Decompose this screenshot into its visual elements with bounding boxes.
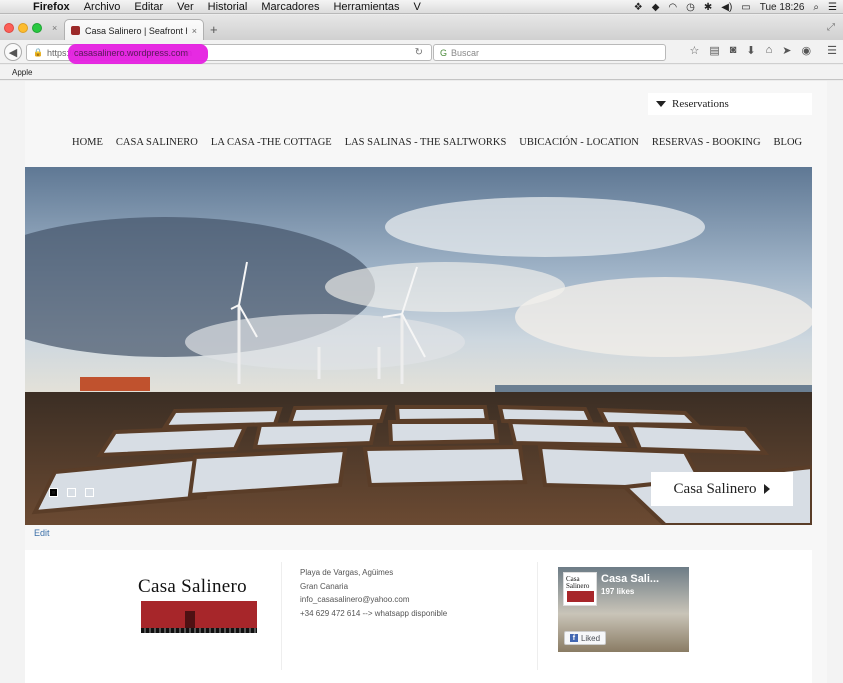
logo-house-graphic	[141, 601, 257, 633]
bookmarks-bar: Apple	[0, 65, 843, 80]
hero-slider[interactable]: Casa Salinero	[25, 167, 812, 525]
tab-casa-salinero[interactable]: Casa Salinero | Seafront h... ×	[64, 19, 204, 41]
facebook-likes: 197 likes	[601, 587, 635, 596]
slider-dot-3[interactable]	[85, 488, 94, 497]
footer-divider	[281, 562, 282, 670]
battery-icon[interactable]: ▭	[741, 2, 750, 13]
facebook-page-widget[interactable]: Casa Salinero Casa Sali... 197 likes f L…	[558, 567, 689, 652]
mac-menu-bar: Firefox Archivo Editar Ver Historial Mar…	[0, 0, 843, 14]
logo-door	[185, 611, 195, 629]
lock-icon: 🔒	[33, 48, 43, 57]
casa-salinero-logo[interactable]: Casa Salinero	[138, 576, 260, 636]
clock[interactable]: Tue 18:26	[760, 2, 805, 13]
tab-title: Casa Salinero | Seafront h...	[85, 25, 187, 36]
search-input[interactable]: G Buscar	[433, 44, 666, 61]
url-domain-overlay: casasalinero.wordpress.com	[74, 48, 189, 58]
hamburger-menu-icon[interactable]: ☰	[827, 44, 837, 57]
toolbar-icons: ☆ ▤ ◙ ⬇ ⌂ ➤ ◉ ☰	[689, 44, 837, 57]
footer-divider	[537, 562, 538, 670]
downloads-icon[interactable]: ⬇	[746, 44, 755, 57]
facebook-page-name[interactable]: Casa Sali...	[601, 573, 659, 585]
menu-marcadores[interactable]: Marcadores	[254, 1, 326, 13]
minimize-window-button[interactable]	[18, 23, 28, 33]
zoom-window-button[interactable]	[32, 23, 42, 33]
pocket-icon[interactable]: ◙	[730, 44, 737, 57]
spotlight-icon[interactable]: ⌕	[813, 2, 819, 13]
logo-strip	[141, 628, 257, 633]
status-area: ❖ ◆ ◠ ◷ ✱ ◀) ▭ Tue 18:26 ⌕ ☰	[634, 0, 837, 14]
reading-list-icon[interactable]: ▤	[709, 44, 719, 57]
bookmark-apple[interactable]: Apple	[12, 68, 32, 77]
slide-caption-button[interactable]: Casa Salinero	[651, 472, 793, 506]
notification-center-icon[interactable]: ☰	[828, 2, 837, 13]
menu-item-home[interactable]: HOME	[72, 137, 103, 148]
address-line-1: Playa de Vargas, Agüimes	[300, 568, 394, 577]
evernote-icon[interactable]: ◆	[652, 2, 660, 13]
back-button[interactable]: ◀	[4, 43, 22, 61]
home-icon[interactable]: ⌂	[766, 44, 773, 57]
main-menu: HOME CASA SALINERO LA CASA -THE COTTAGE …	[72, 137, 802, 148]
profile-house	[567, 591, 594, 602]
bluetooth-icon[interactable]: ✱	[704, 2, 712, 13]
facebook-profile-picture: Casa Salinero	[563, 572, 597, 606]
fullscreen-icon[interactable]: ⤢	[827, 22, 835, 33]
menu-historial[interactable]: Historial	[201, 1, 255, 13]
menu-item-booking[interactable]: RESERVAS - BOOKING	[652, 137, 761, 148]
tab-close-icon[interactable]: ×	[192, 26, 197, 36]
menu-item-cottage[interactable]: LA CASA -THE COTTAGE	[211, 137, 332, 148]
slider-dots	[49, 488, 94, 497]
volume-icon[interactable]: ◀)	[721, 2, 732, 13]
favicon-icon	[71, 26, 80, 35]
edit-link[interactable]: Edit	[34, 528, 50, 538]
arrow-right-icon	[764, 484, 771, 494]
facebook-profile-logo-text: Casa Salinero	[566, 575, 590, 590]
logo-wordmark: Casa Salinero	[138, 576, 247, 597]
chat-icon[interactable]: ◉	[802, 44, 812, 57]
triangle-down-icon	[656, 101, 666, 107]
new-tab-button[interactable]: +	[210, 22, 218, 37]
footer-widgets: Casa Salinero Playa de Vargas, Agüimes G…	[25, 550, 812, 683]
reservations-label: Reservations	[672, 98, 729, 110]
tab-strip: × Casa Salinero | Seafront h... × + ⤢	[0, 15, 843, 41]
facebook-liked-label: Liked	[580, 633, 601, 643]
slide-caption-text: Casa Salinero	[673, 480, 757, 497]
menu-ventana[interactable]: V	[406, 1, 427, 13]
slider-dot-2[interactable]	[67, 488, 76, 497]
search-engine-icon: G	[440, 47, 448, 58]
reload-icon[interactable]: ↻	[415, 47, 423, 58]
menu-editar[interactable]: Editar	[127, 1, 170, 13]
menu-firefox[interactable]: Firefox	[26, 1, 77, 13]
time-machine-icon[interactable]: ◷	[686, 2, 695, 13]
reservations-dropdown[interactable]: Reservations	[648, 93, 812, 115]
bookmark-star-icon[interactable]: ☆	[689, 44, 699, 57]
contact-address: Playa de Vargas, Agüimes Gran Canaria in…	[300, 566, 447, 620]
slider-dot-1[interactable]	[49, 488, 58, 497]
send-icon[interactable]: ➤	[782, 44, 791, 57]
close-window-button[interactable]	[4, 23, 14, 33]
wifi-icon[interactable]: ◠	[668, 2, 677, 13]
dropbox-icon[interactable]: ❖	[634, 2, 643, 13]
search-placeholder: Buscar	[451, 47, 480, 58]
menu-item-casa-salinero[interactable]: CASA SALINERO	[116, 137, 198, 148]
facebook-liked-button[interactable]: f Liked	[564, 631, 606, 645]
menu-item-saltworks[interactable]: LAS SALINAS - THE SALTWORKS	[345, 137, 507, 148]
menu-item-location[interactable]: UBICACIÓN - LOCATION	[519, 137, 639, 148]
contact-email[interactable]: info_casasalinero@yahoo.com	[300, 593, 447, 607]
facebook-icon: f	[569, 634, 578, 642]
address-line-2: Gran Canaria	[300, 581, 349, 591]
menu-ver[interactable]: Ver	[170, 1, 201, 13]
menu-archivo[interactable]: Archivo	[77, 1, 128, 13]
menu-herramientas[interactable]: Herramientas	[326, 1, 406, 13]
web-page: Reservations HOME CASA SALINERO LA CASA …	[0, 81, 843, 683]
tab-close-left-icon[interactable]: ×	[52, 23, 57, 33]
contact-phone: +34 629 472 614 --> whatsapp disponible	[300, 608, 448, 618]
menu-item-blog[interactable]: BLOG	[774, 137, 803, 148]
